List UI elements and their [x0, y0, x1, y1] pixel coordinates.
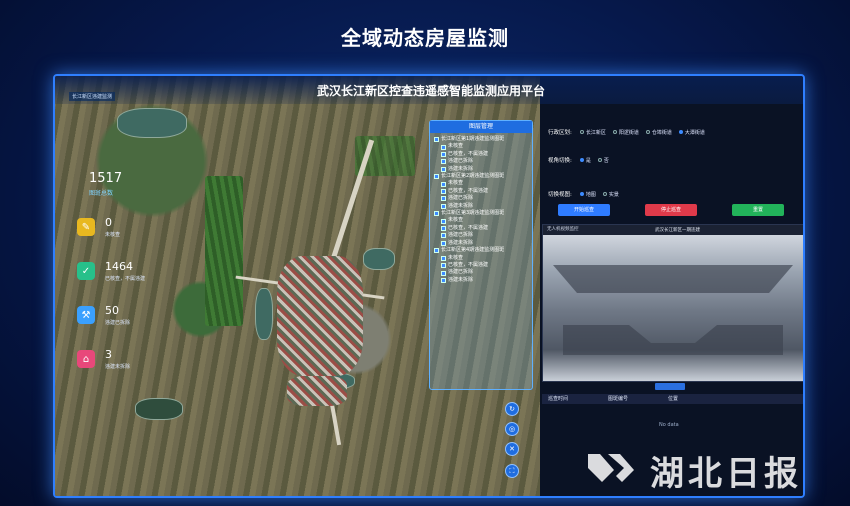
total-count: 1517 — [89, 171, 123, 186]
layer-item[interactable]: 违建已拆除 — [434, 195, 528, 202]
verified-doc-icon: ✓ — [77, 262, 95, 280]
table-empty: No data — [659, 422, 679, 428]
layer-item-label: 未核查 — [448, 254, 464, 261]
video-title: 武汉长江新区一期违建 — [655, 228, 700, 233]
house-alert-icon: ⌂ — [77, 350, 95, 368]
layer-checkbox[interactable] — [434, 211, 439, 217]
layer-item-label: 违建未拆除 — [448, 202, 474, 209]
region-option[interactable]: 长江新区 — [579, 129, 606, 136]
layer-item[interactable]: 长江新区第4期违建监测图斑 — [434, 247, 528, 254]
layer-item-label: 长江新区第4期违建监测图斑 — [441, 247, 505, 254]
watermark-text: 湖北日报 — [650, 454, 802, 494]
layer-checkbox[interactable] — [441, 255, 446, 261]
layer-checkbox[interactable] — [441, 144, 446, 150]
angle-option-no[interactable]: 否 — [597, 157, 609, 164]
check-doc-icon: ✎ — [77, 218, 95, 236]
platform-title: 武汉长江新区控查违遥感智能监测应用平台 — [316, 84, 545, 98]
monitoring-screen: 长江新区违建监测 武汉长江新区控查违遥感智能监测应用平台 1517 图斑总数 ✎… — [53, 74, 805, 498]
reset-button[interactable]: 重置 — [732, 204, 784, 216]
outer-title: 全域动态房屋监测 — [341, 26, 509, 50]
layer-checkbox[interactable] — [441, 159, 446, 165]
layer-item[interactable]: 违建已拆除 — [434, 232, 528, 239]
layer-item-label: 违建未拆除 — [448, 165, 474, 172]
region-option[interactable]: 阳逻街道 — [612, 129, 639, 136]
start-patrol-button[interactable]: 开始巡查 — [558, 204, 610, 216]
layer-item[interactable]: 未核查 — [434, 217, 528, 224]
layer-panel: 图层管理 长江新区第1期违建监测图斑 未核查 已核查，不属违建 违建已拆除 违建未拆除长… — [429, 120, 533, 390]
layer-checkbox[interactable] — [434, 137, 439, 143]
layer-item[interactable]: 违建已拆除 — [434, 269, 528, 276]
measure-button[interactable]: ✕ — [505, 442, 519, 456]
layer-item[interactable]: 未核查 — [434, 255, 528, 262]
layer-checkbox[interactable] — [434, 248, 439, 254]
layer-item-label: 未核查 — [448, 143, 464, 150]
layer-panel-title: 图层管理 — [430, 121, 532, 133]
total-stat: 1517 图斑总数 — [89, 171, 122, 197]
layer-item[interactable]: 违建未拆除 — [434, 240, 528, 247]
fullscreen-button[interactable]: ⛶ — [505, 464, 519, 478]
region-option[interactable]: 大潭街道 — [678, 129, 705, 136]
layer-checkbox[interactable] — [441, 233, 446, 239]
stat-unchecked: ✎ 0 未核查 — [77, 216, 120, 238]
layer-checkbox[interactable] — [441, 263, 446, 269]
corner-tag: 长江新区违建监测 — [69, 92, 116, 101]
layer-item[interactable]: 未核查 — [434, 180, 528, 187]
view-angle-row: 视角切换: 是 否 — [548, 157, 609, 165]
layer-item[interactable]: 违建已拆除 — [434, 158, 528, 165]
stat-not-demolished: ⌂ 3 违建未拆除 — [77, 348, 130, 370]
layer-checkbox[interactable] — [441, 218, 446, 224]
layer-item-label: 未核查 — [448, 180, 464, 187]
layer-checkbox[interactable] — [434, 174, 439, 180]
layer-checkbox[interactable] — [441, 166, 446, 172]
layer-checkbox[interactable] — [441, 270, 446, 276]
view-switch-row: 切换视图: 地图 实景 — [548, 191, 619, 199]
layer-checkbox[interactable] — [441, 152, 446, 158]
layer-checkbox[interactable] — [441, 226, 446, 232]
layer-item-label: 未核查 — [448, 217, 464, 224]
layer-item[interactable]: 违建未拆除 — [434, 277, 528, 284]
layer-item[interactable]: 违建未拆除 — [434, 203, 528, 210]
view-option-map[interactable]: 地图 — [579, 191, 596, 198]
video-progress[interactable] — [655, 383, 685, 390]
layer-checkbox[interactable] — [441, 181, 446, 187]
locate-button[interactable]: ◎ — [505, 422, 519, 436]
layer-checkbox[interactable] — [441, 240, 446, 246]
total-label: 图斑总数 — [89, 190, 114, 197]
layer-item[interactable]: 违建未拆除 — [434, 166, 528, 173]
hubei-daily-logo-icon — [588, 454, 634, 482]
layer-item-label: 违建已拆除 — [448, 232, 474, 239]
layer-checkbox[interactable] — [441, 277, 446, 283]
region-row: 行政区划: 长江新区 阳逻街道 仓埠街道 大潭街道 — [548, 129, 705, 137]
stat-checked: ✓ 1464 已核查，不属违建 — [77, 260, 145, 282]
drone-video[interactable]: 无人机视频监控 武汉长江新区一期违建 — [542, 224, 803, 382]
demolish-icon: ⚒ — [77, 306, 95, 324]
layer-item-label: 违建已拆除 — [448, 195, 474, 202]
layer-checkbox[interactable] — [441, 196, 446, 202]
layer-item-label: 违建已拆除 — [448, 269, 474, 276]
angle-option-yes[interactable]: 是 — [579, 157, 591, 164]
layer-list: 长江新区第1期违建监测图斑 未核查 已核查，不属违建 违建已拆除 违建未拆除 长江新区第2… — [430, 133, 532, 287]
layer-item[interactable]: 未核查 — [434, 143, 528, 150]
region-option[interactable]: 仓埠街道 — [645, 129, 672, 136]
layer-item-label: 违建已拆除 — [448, 158, 474, 165]
layer-item-label: 违建未拆除 — [448, 276, 474, 283]
stat-demolished: ⚒ 50 违建已拆除 — [77, 304, 130, 326]
view-option-real[interactable]: 实景 — [602, 191, 619, 198]
layer-item-label: 违建未拆除 — [448, 239, 474, 246]
layer-checkbox[interactable] — [441, 189, 446, 195]
zoom-in-button[interactable]: ↻ — [505, 402, 519, 416]
patrol-table-header: 巡查时间 图斑编号 位置 — [542, 394, 803, 404]
layer-checkbox[interactable] — [441, 203, 446, 209]
stop-patrol-button[interactable]: 停止巡查 — [645, 204, 697, 216]
